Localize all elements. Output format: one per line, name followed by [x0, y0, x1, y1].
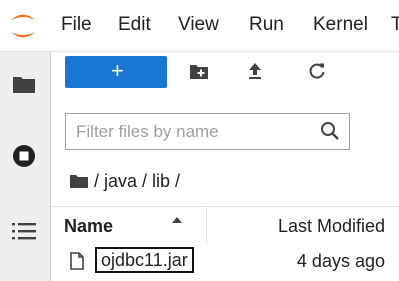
- home-folder-icon[interactable]: [69, 173, 89, 189]
- refresh-icon: [309, 63, 325, 79]
- left-sidebar: [0, 52, 51, 281]
- breadcrumb: / java / lib /: [69, 170, 180, 192]
- column-header-name[interactable]: Name: [64, 216, 113, 237]
- menu-edit[interactable]: Edit: [118, 14, 151, 36]
- menu-bar: File Edit View Run Kernel T: [0, 0, 399, 52]
- file-name[interactable]: ojdbc11.jar: [95, 247, 194, 273]
- search-icon: [321, 122, 339, 140]
- menu-tabs-partial[interactable]: T: [391, 14, 399, 36]
- new-folder-button[interactable]: [189, 62, 209, 85]
- file-filter-box: [65, 113, 350, 150]
- sort-ascending-icon[interactable]: [171, 215, 183, 225]
- running-icon: [13, 145, 35, 167]
- refresh-button[interactable]: [308, 62, 326, 85]
- upload-icon: [249, 63, 261, 79]
- upload-button[interactable]: [247, 62, 263, 85]
- menu-view[interactable]: View: [178, 14, 219, 36]
- file-list-item[interactable]: ojdbc11.jar 4 days ago: [51, 243, 399, 279]
- column-header-last-modified[interactable]: Last Modified: [278, 216, 385, 237]
- file-filter-input[interactable]: [74, 119, 318, 145]
- new-launcher-button[interactable]: +: [65, 56, 167, 88]
- sidebar-tab-running[interactable]: [0, 128, 50, 184]
- new-folder-icon: [190, 65, 208, 79]
- file-list-header: Name Last Modified: [51, 206, 399, 244]
- menu-run[interactable]: Run: [249, 14, 284, 36]
- plus-icon: +: [111, 58, 124, 83]
- folder-icon: [13, 77, 35, 93]
- sidebar-tab-toc[interactable]: [0, 202, 50, 258]
- sidebar-tab-file-browser[interactable]: [0, 56, 50, 112]
- menu-kernel[interactable]: Kernel: [313, 14, 368, 36]
- jupyter-logo-icon: [8, 10, 38, 42]
- menu-file[interactable]: File: [61, 14, 92, 36]
- breadcrumb-path[interactable]: / java / lib /: [94, 171, 180, 191]
- toc-icon: [12, 223, 36, 240]
- file-icon: [70, 252, 84, 270]
- column-divider[interactable]: [206, 207, 207, 243]
- file-last-modified: 4 days ago: [296, 251, 385, 271]
- file-browser-panel: + / java / lib / Name: [51, 52, 399, 281]
